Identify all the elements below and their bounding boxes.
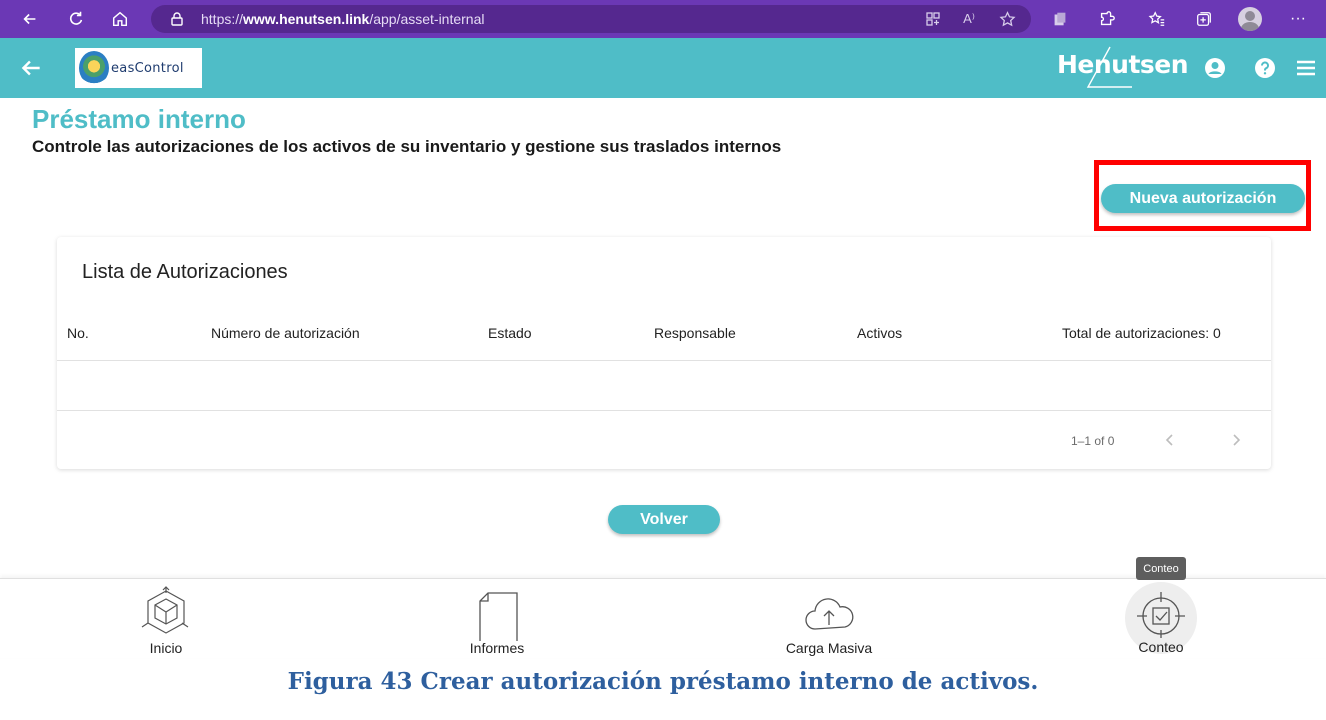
back-button[interactable]: Volver: [608, 505, 720, 534]
read-aloud-icon[interactable]: A⁾: [960, 10, 978, 28]
pagination-range: 1–1 of 0: [1071, 434, 1115, 448]
browser-tabs-icon[interactable]: [1192, 7, 1216, 31]
browser-toolbar: https://www.henutsen.link/app/asset-inte…: [0, 0, 1326, 38]
row-divider: [57, 410, 1271, 411]
column-header-assets[interactable]: Activos: [857, 325, 902, 341]
profile-avatar[interactable]: [1238, 7, 1262, 31]
total-authorizations: Total de autorizaciones: 0: [1062, 325, 1221, 341]
prev-page-icon[interactable]: [1160, 430, 1180, 450]
favorite-add-icon[interactable]: [998, 10, 1016, 28]
column-header-status[interactable]: Estado: [488, 325, 532, 341]
cloud-upload-icon[interactable]: [801, 585, 857, 641]
url-text[interactable]: https://www.henutsen.link/app/asset-inte…: [201, 11, 485, 27]
column-header-responsible[interactable]: Responsable: [654, 325, 736, 341]
nav-label-carga-masiva: Carga Masiva: [785, 640, 873, 656]
home-icon[interactable]: [108, 7, 132, 31]
page-subtitle: Controle las autorizaciones de los activ…: [32, 137, 782, 156]
more-icon[interactable]: ···: [1286, 7, 1310, 31]
logo-mark-icon: [79, 51, 109, 85]
extensions-icon[interactable]: [1095, 7, 1119, 31]
next-page-icon[interactable]: [1226, 430, 1246, 450]
lock-icon[interactable]: [169, 11, 185, 27]
conteo-tooltip: Conteo: [1136, 557, 1186, 580]
header-divider: [57, 360, 1271, 361]
browser-back-icon[interactable]: [18, 7, 42, 31]
back-arrow-icon[interactable]: [18, 55, 44, 81]
cube-icon[interactable]: [138, 585, 194, 641]
column-header-no[interactable]: No.: [67, 325, 89, 341]
page-title: Préstamo interno: [32, 104, 246, 134]
highlight-annotation-box: [1094, 160, 1311, 231]
column-header-authorization-number[interactable]: Número de autorización: [211, 325, 360, 341]
menu-icon[interactable]: [1295, 57, 1317, 79]
target-check-icon[interactable]: [1133, 584, 1189, 640]
figure-caption: Figura 43 Crear autorización préstamo in…: [287, 668, 1039, 695]
refresh-icon[interactable]: [64, 7, 88, 31]
app-grid-icon[interactable]: [924, 10, 942, 28]
document-icon[interactable]: [470, 585, 526, 643]
nav-label-inicio: Inicio: [149, 640, 183, 656]
user-icon[interactable]: [1204, 57, 1226, 79]
favorites-icon[interactable]: [1145, 7, 1169, 31]
help-icon[interactable]: [1254, 57, 1276, 79]
authorizations-card: Lista de Autorizaciones No. Número de au…: [57, 237, 1271, 469]
list-title: Lista de Autorizaciones: [82, 261, 288, 283]
brand-logo: Henutsen: [1057, 50, 1189, 79]
company-logo: easControl: [75, 48, 202, 88]
app-header: easControl Henutsen: [0, 38, 1326, 98]
nav-label-informes: Informes: [469, 640, 525, 656]
nav-label-conteo: Conteo: [1138, 639, 1184, 655]
collections-icon[interactable]: [1048, 7, 1072, 31]
logo-text: easControl: [111, 60, 184, 76]
address-bar[interactable]: https://www.henutsen.link/app/asset-inte…: [151, 5, 1031, 33]
